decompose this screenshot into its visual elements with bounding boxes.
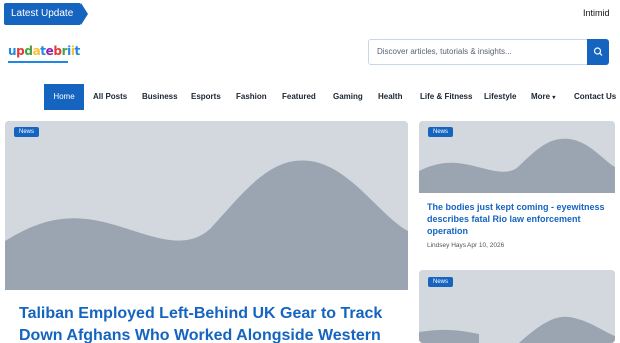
logo-letter: t	[74, 44, 81, 58]
featured-post-title[interactable]: Taliban Employed Left-Behind UK Gear to …	[19, 303, 409, 343]
logo-letter: u	[8, 44, 17, 58]
nav-item-featured[interactable]: Featured	[282, 84, 316, 110]
search-bar[interactable]: Discover articles, tutorials & insights.…	[368, 39, 609, 65]
nav-item-life-fitness[interactable]: Life & Fitness	[420, 84, 472, 110]
nav-item-lifestyle[interactable]: Lifestyle	[484, 84, 516, 110]
nav-item-all-posts[interactable]: All Posts	[93, 84, 127, 110]
page: Latest Update Intimid updatebriit Discov…	[0, 0, 620, 343]
nav-item-gaming[interactable]: Gaming	[333, 84, 363, 110]
side-post-card[interactable]: News	[419, 121, 615, 261]
category-badge[interactable]: News	[14, 127, 40, 137]
main-nav: Home All Posts Business Esports Fashion …	[0, 84, 620, 110]
nav-item-health[interactable]: Health	[378, 84, 402, 110]
featured-post-image	[5, 121, 408, 290]
chevron-down-icon: ▾	[552, 95, 556, 101]
nav-item-fashion[interactable]: Fashion	[236, 84, 267, 110]
category-badge[interactable]: News	[428, 127, 454, 137]
post-date: Apr 10, 2026	[467, 242, 505, 249]
nav-item-home[interactable]: Home	[44, 84, 84, 110]
image-placeholder-icon	[5, 121, 408, 290]
logo-underline	[8, 61, 68, 63]
logo-letter: b	[53, 44, 62, 58]
search-input[interactable]: Discover articles, tutorials & insights.…	[377, 47, 512, 56]
side-post-card[interactable]: News	[419, 270, 615, 343]
search-icon	[593, 47, 603, 56]
nav-more-label: More	[531, 92, 551, 101]
latest-update-badge: Latest Update	[4, 3, 89, 25]
side-post-title[interactable]: The bodies just kept coming - eyewitness…	[427, 201, 617, 237]
search-button[interactable]	[587, 39, 609, 65]
latest-update-ticker: Latest Update Intimid	[0, 0, 620, 29]
logo-letter: p	[16, 44, 25, 58]
logo-letter: a	[32, 44, 41, 58]
nav-item-more[interactable]: More ▾	[531, 84, 555, 110]
ticker-headline-link[interactable]: Intimid	[583, 8, 610, 18]
logo-letter: d	[24, 44, 33, 58]
nav-item-esports[interactable]: Esports	[191, 84, 221, 110]
nav-item-contact-us[interactable]: Contact Us	[574, 84, 616, 110]
site-logo[interactable]: updatebriit	[8, 44, 80, 58]
category-badge[interactable]: News	[428, 277, 454, 287]
nav-item-business[interactable]: Business	[142, 84, 178, 110]
post-author[interactable]: Lindsey Hays	[427, 242, 466, 249]
logo-letter: e	[45, 44, 54, 58]
